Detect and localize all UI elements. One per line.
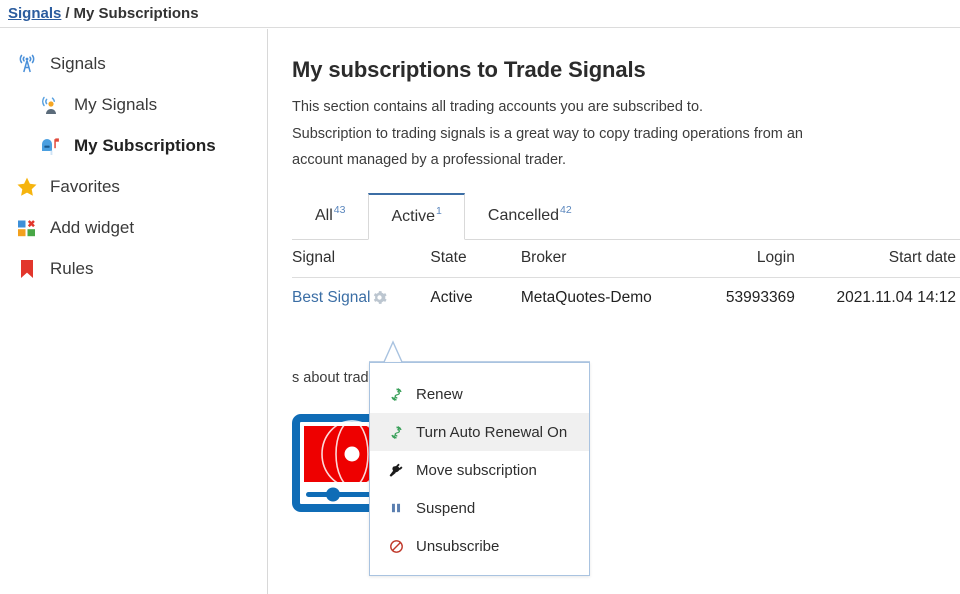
tab-label: All [315,207,333,225]
breadcrumb: Signals / My Subscriptions [0,0,960,28]
breadcrumb-separator: / [65,5,70,22]
column-header-login: Login [756,249,795,267]
plug-icon [386,461,406,479]
subscription-tabs: All 43 Active 1 Cancelled 42 [292,192,960,240]
tab-label: Cancelled [487,207,560,225]
app-root: Signals / My Subscriptions Signals My Si… [0,0,960,594]
cell-start-date: 2021.11.04 14:12 [836,288,956,306]
signal-name-link[interactable]: Best Signal [292,289,370,306]
sidebar-item-my-subscriptions[interactable]: My Subscriptions [0,125,267,166]
tab-count: 43 [333,204,346,217]
sidebar-item-label: Signals [50,53,106,73]
column-header-start-date: Start date [888,249,956,267]
page-title: My subscriptions to Trade Signals [292,57,646,82]
pause-icon [386,499,406,517]
page-intro: This section contains all trading accoun… [292,94,952,174]
breadcrumb-link-signals[interactable]: Signals [8,5,61,22]
sidebar-item-label: Favorites [50,176,120,196]
menu-item-renew[interactable]: Renew [370,375,589,413]
signal-person-icon [38,92,64,118]
breadcrumb-current: My Subscriptions [73,5,199,22]
tab-active[interactable]: Active 1 [368,192,465,240]
broadcast-tower-icon [14,51,40,77]
column-header-broker: Broker [520,249,567,267]
sidebar-item-rules[interactable]: Rules [0,248,267,289]
tab-count: 1 [436,204,442,217]
menu-item-label: Suspend [416,499,476,517]
column-header-state: State [430,249,467,267]
menu-item-move-subscription[interactable]: Move subscription [370,451,589,489]
cell-state: Active [430,288,473,306]
prohibition-icon [386,537,406,555]
tab-count: 42 [560,204,572,217]
bookmark-icon [14,256,40,282]
menu-item-label: Turn Auto Renewal On [416,423,568,441]
cell-login: 53993369 [725,288,795,306]
intro-line-1: This section contains all trading accoun… [292,99,704,115]
add-widget-icon [14,215,40,241]
sidebar-item-signals[interactable]: Signals [0,43,267,84]
cell-signal: Best Signal [292,289,430,307]
sidebar-item-label: My Subscriptions [74,135,216,155]
column-header-signal: Signal [292,249,336,267]
table-row: Best Signal Active MetaQuotes-Demo 53993… [292,278,960,318]
menu-item-turn-auto-renewal-on[interactable]: Turn Auto Renewal On [370,413,589,451]
menu-item-label: Unsubscribe [416,537,500,555]
renew-icon [386,423,406,441]
menu-item-label: Renew [416,385,463,403]
sidebar-item-my-signals[interactable]: My Signals [0,84,267,125]
table-header-row: Signal State Broker Login Start date [292,240,960,278]
menu-item-suspend[interactable]: Suspend [370,489,589,527]
menu-item-label: Move subscription [416,461,537,479]
cell-broker: MetaQuotes-Demo [520,288,652,306]
sidebar-item-add-widget[interactable]: Add widget [0,207,267,248]
intro-line-2: Subscription to trading signals is a gre… [292,125,803,142]
gear-icon[interactable] [371,289,388,306]
subscription-context-menu: Renew Turn Auto Renewal On Move subscrip… [369,362,590,576]
renew-icon [386,385,406,403]
tab-all[interactable]: All 43 [292,193,368,239]
tab-label: Active [391,207,436,225]
menu-item-unsubscribe[interactable]: Unsubscribe [370,527,589,565]
sidebar: Signals My Signals My Subscriptions Favo… [0,29,268,594]
tab-cancelled[interactable]: Cancelled 42 [465,193,595,239]
star-icon [14,174,40,200]
sidebar-item-label: Add widget [50,217,135,237]
sidebar-item-favorites[interactable]: Favorites [0,166,267,207]
sidebar-item-label: Rules [50,258,94,278]
mailbox-icon [38,133,64,159]
subscriptions-table: Signal State Broker Login Start date Bes… [292,240,960,318]
intro-line-3: account managed by a professional trader… [292,152,567,169]
sidebar-item-label: My Signals [74,94,158,114]
